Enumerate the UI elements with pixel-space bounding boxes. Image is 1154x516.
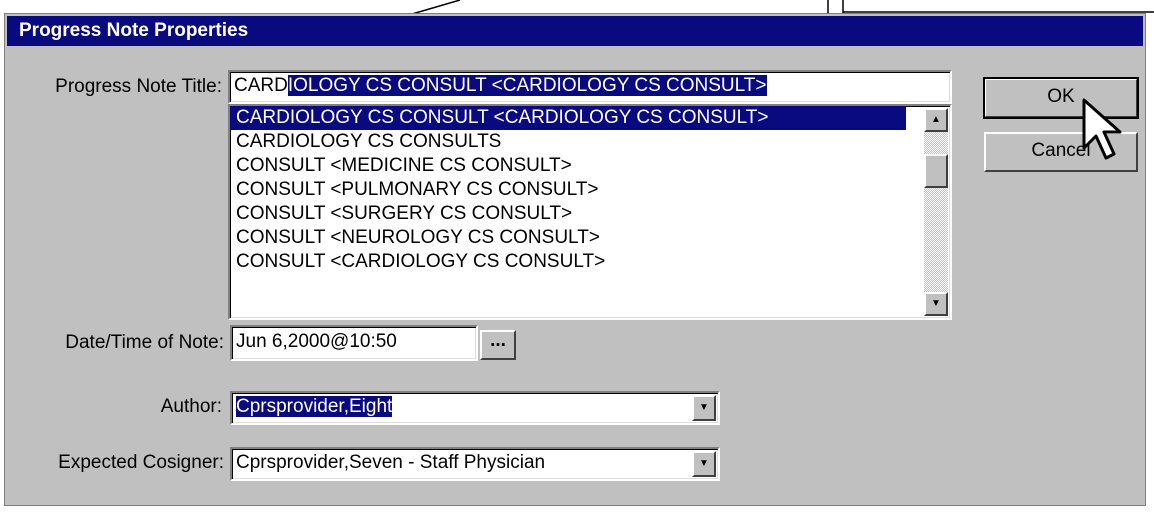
listbox-scrollbar[interactable]: ▲ ▼ — [924, 108, 948, 316]
scroll-down-icon[interactable]: ▼ — [924, 292, 948, 316]
note-title-listbox[interactable]: CARDIOLOGY CS CONSULT <CARDIOLOGY CS CON… — [228, 104, 952, 320]
note-title-label: Progress Note Title: — [55, 76, 222, 97]
list-item[interactable]: CONSULT <MEDICINE CS CONSULT> — [230, 154, 906, 178]
mouse-pointer-icon — [1082, 98, 1122, 160]
author-dropdown-icon[interactable]: ▼ — [692, 395, 716, 421]
list-item[interactable]: CARDIOLOGY CS CONSULT <CARDIOLOGY CS CON… — [230, 106, 906, 130]
dialog-title: Progress Note Properties — [7, 16, 1143, 46]
author-label: Author: — [160, 396, 222, 417]
list-item[interactable]: CONSULT <CARDIOLOGY CS CONSULT> — [230, 250, 906, 274]
note-title-autocomplete-text: IOLOGY CS CONSULT <CARDIOLOGY CS CONSULT… — [287, 75, 767, 96]
date-picker-button[interactable]: ... — [480, 330, 516, 360]
date-time-input[interactable]: Jun 6,2000@10:50 — [230, 325, 478, 361]
author-combobox[interactable]: Cprsprovider,Eight ▼ — [230, 391, 720, 425]
list-item[interactable]: CONSULT <SURGERY CS CONSULT> — [230, 202, 906, 226]
cosigner-combobox[interactable]: Cprsprovider,Seven - Staff Physician ▼ — [230, 447, 720, 481]
note-title-typed-text: CARD — [234, 75, 288, 96]
date-time-label: Date/Time of Note: — [65, 332, 224, 353]
list-item[interactable]: CARDIOLOGY CS CONSULTS — [230, 130, 906, 154]
scroll-thumb[interactable] — [924, 154, 948, 188]
list-item[interactable]: CONSULT <NEUROLOGY CS CONSULT> — [230, 226, 906, 250]
cosigner-dropdown-icon[interactable]: ▼ — [692, 451, 716, 477]
note-title-input[interactable]: CARDIOLOGY CS CONSULT <CARDIOLOGY CS CON… — [228, 70, 952, 104]
cosigner-label: Expected Cosigner: — [58, 452, 224, 473]
list-item[interactable]: CONSULT <PULMONARY CS CONSULT> — [230, 178, 906, 202]
scroll-up-icon[interactable]: ▲ — [924, 108, 948, 132]
author-value: Cprsprovider,Eight — [236, 396, 393, 417]
cosigner-value: Cprsprovider,Seven - Staff Physician — [236, 452, 546, 473]
